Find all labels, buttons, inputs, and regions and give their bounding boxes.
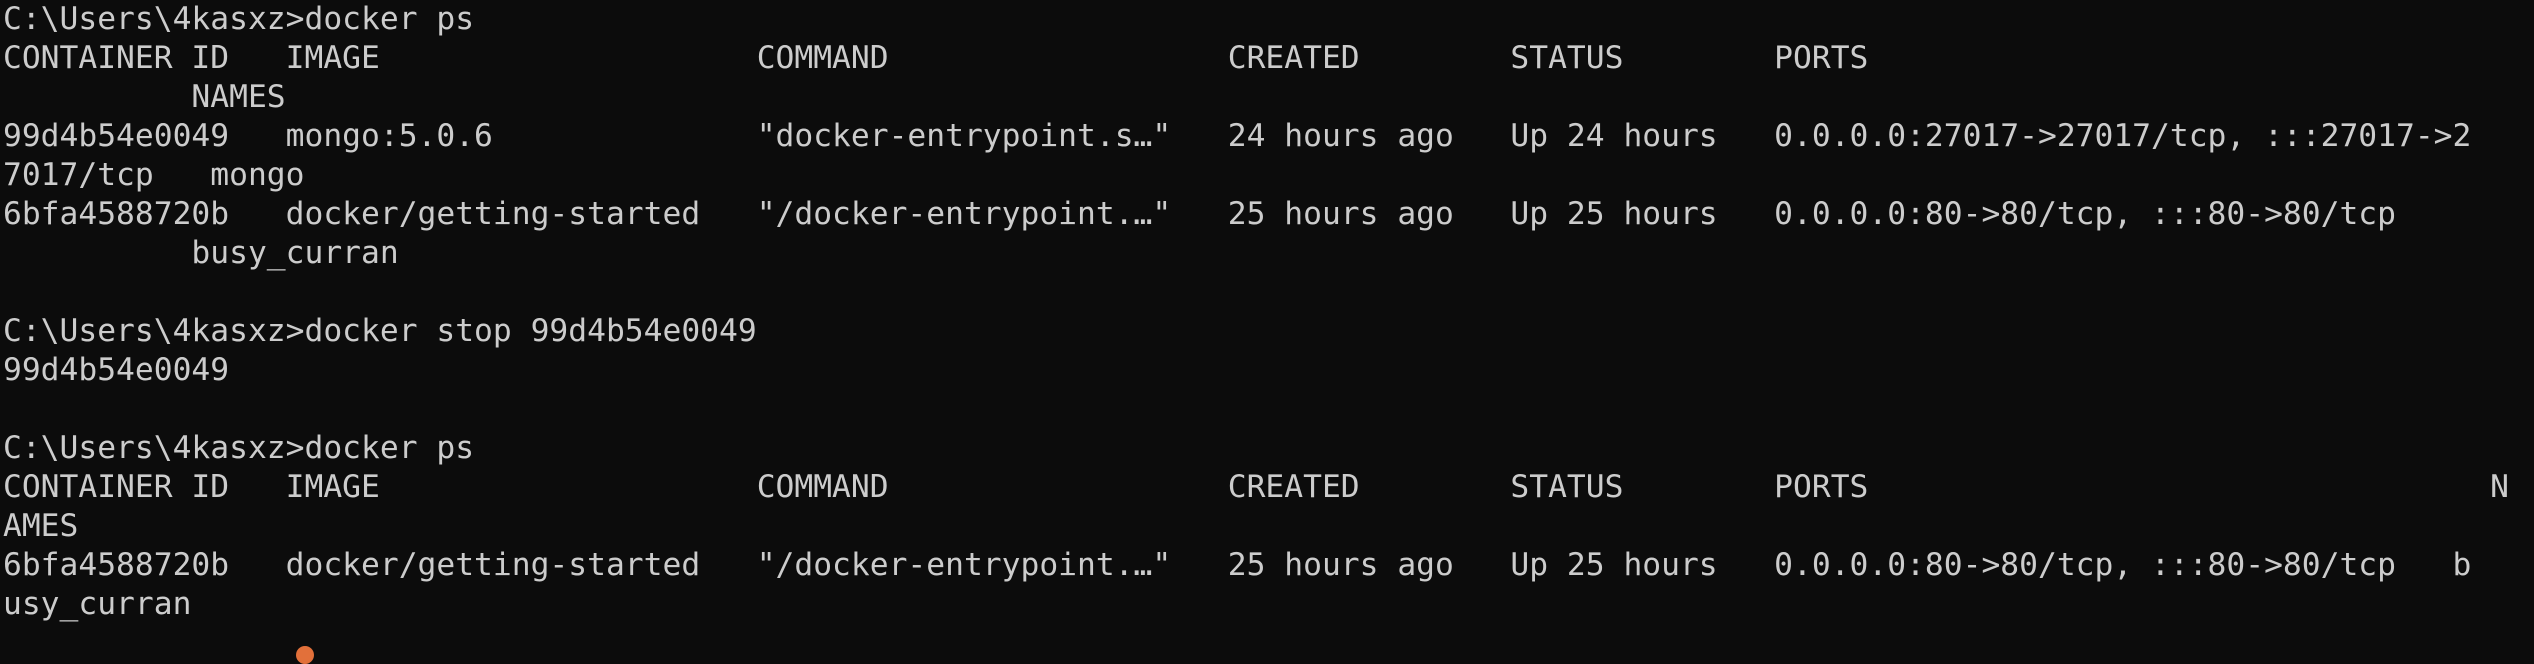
command-prompt-line: C:\Users\4kasxz>docker ps xyxy=(3,430,475,466)
output-line: CONTAINER ID IMAGE COMMAND CREATED STATU… xyxy=(3,40,1869,76)
output-line: busy_curran xyxy=(3,235,399,271)
output-line: 6bfa4588720b docker/getting-started "/do… xyxy=(3,196,2396,232)
output-line: 99d4b54e0049 xyxy=(3,352,230,388)
output-line: CONTAINER ID IMAGE COMMAND CREATED STATU… xyxy=(3,469,2510,505)
output-line: NAMES xyxy=(3,79,286,115)
command-prompt-line: C:\Users\4kasxz>docker stop 99d4b54e0049 xyxy=(3,313,757,349)
output-line: usy_curran xyxy=(3,586,192,622)
output-line: 99d4b54e0049 mongo:5.0.6 "docker-entrypo… xyxy=(3,118,2472,154)
output-line: AMES xyxy=(3,508,79,544)
terminal-output[interactable]: C:\Users\4kasxz>docker ps CONTAINER ID I… xyxy=(0,0,2534,653)
output-line: 7017/tcp mongo xyxy=(3,157,305,193)
mouse-cursor-indicator xyxy=(296,646,314,664)
output-line: 6bfa4588720b docker/getting-started "/do… xyxy=(3,547,2472,583)
command-prompt-line: C:\Users\4kasxz>docker ps xyxy=(3,1,475,37)
